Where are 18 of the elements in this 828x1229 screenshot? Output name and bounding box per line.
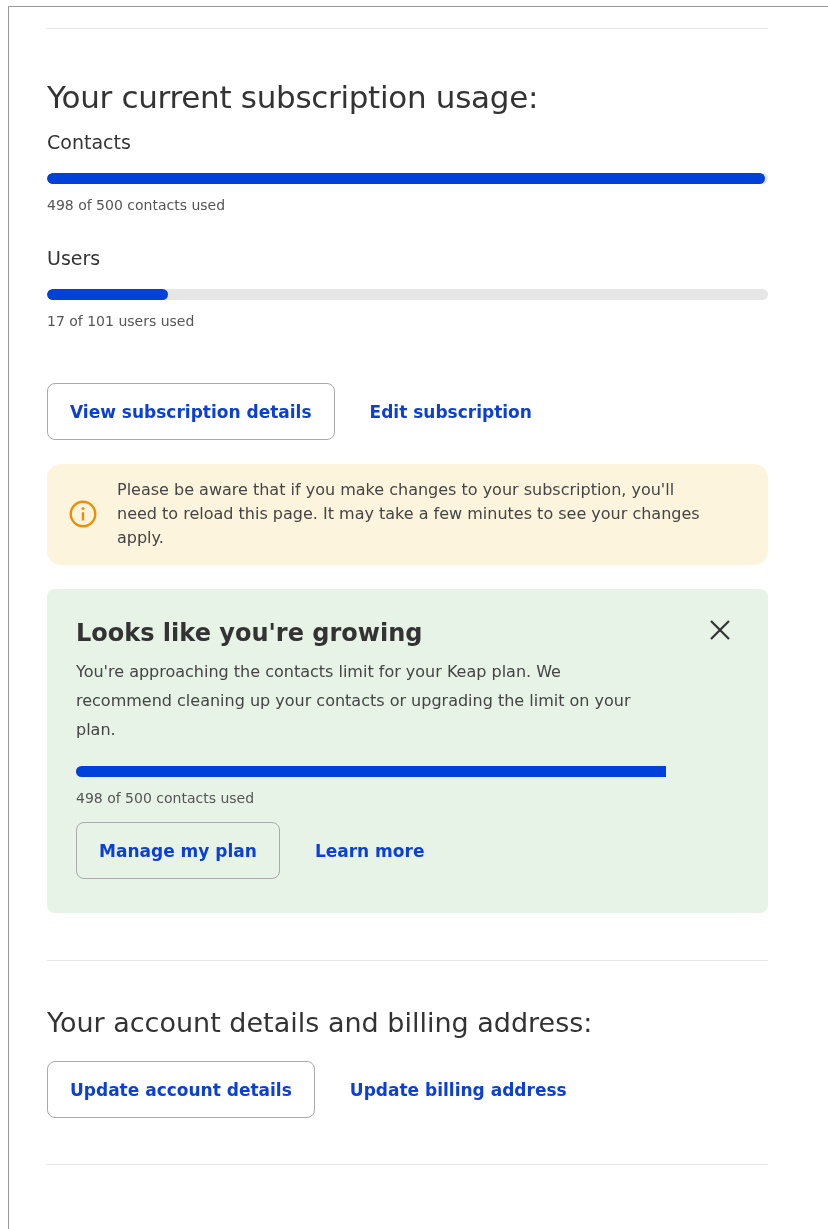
section-heading: Your account details and billing address: (47, 1006, 594, 1040)
card-text: You're approaching the contacts limit for your Keap plan. We recommend cleaning up your contacts or upgrading the limit on your plan. (76, 661, 632, 741)
info-icon (69, 500, 97, 528)
close-icon (708, 618, 732, 642)
card-title: Looks like you're growing (76, 619, 423, 647)
meter-label: Contacts (47, 130, 132, 155)
outline-button[interactable]: Manage my plan (76, 822, 280, 879)
usage-caption: 498 of 500 contacts used (47, 196, 227, 215)
meter-label: Users (47, 246, 102, 271)
usage-caption: 17 of 101 users used (47, 312, 196, 331)
text-link[interactable]: Learn more (314, 840, 425, 861)
section-heading: Your current subscription usage: (47, 78, 540, 117)
text-link[interactable]: Update billing address (349, 1079, 567, 1100)
text-link[interactable]: Edit subscription (369, 401, 532, 422)
outline-button[interactable]: Update account details (47, 1061, 315, 1118)
notice-text: Please be aware that if you make changes to your subscription, you'll need to reload this page. It may take a few minutes to see your changes apply. (117, 479, 701, 549)
usage-caption: 498 of 500 contacts used (76, 789, 256, 808)
outline-button[interactable]: View subscription details (47, 383, 335, 440)
